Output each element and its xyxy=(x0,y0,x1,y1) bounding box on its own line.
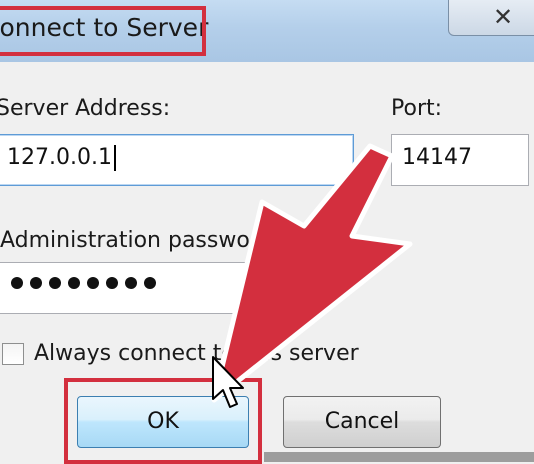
red-arrow-icon xyxy=(211,143,413,403)
mouse-pointer-icon xyxy=(212,356,244,408)
watermark-strip xyxy=(264,452,534,462)
